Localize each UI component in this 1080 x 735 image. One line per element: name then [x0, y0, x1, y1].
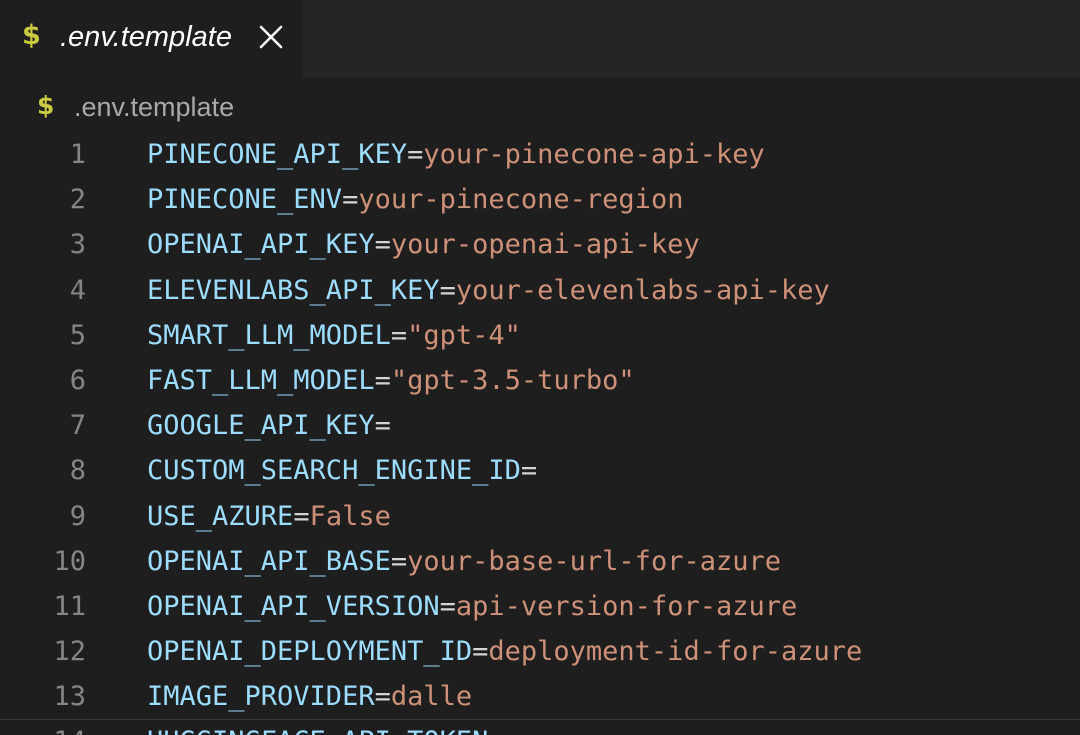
env-key: OPENAI_API_VERSION [147, 590, 440, 622]
line-number: 9 [69, 500, 86, 532]
env-key: OPENAI_API_BASE [147, 545, 391, 577]
tab-env-template[interactable]: $ .env.template [0, 0, 303, 78]
code-line[interactable]: 7 GOOGLE_API_KEY= [0, 403, 1080, 448]
equals-operator: = [342, 184, 359, 216]
line-number: 3 [69, 229, 86, 261]
equals-operator: = [374, 681, 391, 713]
equals-operator: = [374, 229, 391, 261]
code-text[interactable]: OPENAI_API_KEY=your-openai-api-key [147, 222, 700, 267]
env-key: OPENAI_DEPLOYMENT_ID [147, 636, 473, 668]
env-key: ELEVENLABS_API_KEY [147, 274, 440, 306]
code-text[interactable]: GOOGLE_API_KEY= [147, 403, 391, 448]
equals-operator: = [390, 319, 408, 351]
env-key: IMAGE_PROVIDER [147, 681, 375, 713]
env-key: FAST_LLM_MODEL [147, 364, 375, 396]
equals-operator: = [488, 726, 504, 735]
env-key: GOOGLE_API_KEY [147, 410, 375, 442]
code-text[interactable]: USE_AZURE=False [147, 494, 391, 539]
code-text[interactable]: SMART_LLM_MODEL="gpt-4" [147, 313, 521, 358]
line-number: 2 [69, 184, 86, 216]
equals-operator: = [439, 274, 456, 306]
code-line[interactable]: 5 SMART_LLM_MODEL="gpt-4" [0, 313, 1080, 358]
equals-operator: = [439, 590, 456, 622]
env-value: your-openai-api-key [390, 229, 700, 261]
code-text[interactable]: HUGGINGFACE_API_TOKEN= [147, 719, 505, 735]
env-key: PINECONE_API_KEY [147, 139, 408, 170]
env-value: your-pinecone-region [358, 184, 684, 216]
env-key: PINECONE_ENV [147, 184, 343, 216]
dollar-icon: $ [22, 20, 41, 51]
line-number: 10 [53, 545, 86, 577]
env-value: False [309, 500, 391, 532]
env-value: dalle [390, 681, 473, 713]
line-number: 12 [53, 636, 86, 668]
env-key: CUSTOM_SEARCH_ENGINE_ID [147, 455, 521, 487]
editor-window: $ .env.template $ .env.template 1 PINECON… [0, 0, 1080, 735]
equals-operator: = [520, 455, 538, 487]
code-line[interactable]: 11 OPENAI_API_VERSION=api-version-for-azu… [0, 584, 1080, 629]
equals-operator: = [407, 139, 424, 170]
code-text[interactable]: CUSTOM_SEARCH_ENGINE_ID= [147, 448, 537, 493]
code-line[interactable]: 3 OPENAI_API_KEY=your-openai-api-key [0, 222, 1080, 267]
code-line[interactable]: 12 OPENAI_DEPLOYMENT_ID=deployment-id-for… [0, 629, 1080, 674]
code-line[interactable]: 6 FAST_LLM_MODEL="gpt-3.5-turbo" [0, 358, 1080, 403]
env-value: "gpt-3.5-turbo" [390, 364, 635, 396]
code-text[interactable]: OPENAI_DEPLOYMENT_ID=deployment-id-for-a… [147, 629, 862, 674]
code-line[interactable]: 1 PINECONE_API_KEY=your-pinecone-api-key [0, 132, 1080, 177]
env-value: your-base-url-for-azure [407, 545, 781, 577]
env-value: your-pinecone-api-key [423, 139, 765, 170]
code-text[interactable]: PINECONE_ENV=your-pinecone-region [147, 177, 683, 222]
close-icon[interactable] [256, 22, 286, 52]
equals-operator: = [374, 410, 391, 442]
line-number: 13 [53, 681, 86, 713]
line-number: 6 [69, 364, 86, 396]
line-number: 8 [69, 455, 86, 487]
env-key: HUGGINGFACE_API_TOKEN [147, 726, 488, 735]
code-line[interactable]: 13 IMAGE_PROVIDER=dalle [0, 674, 1080, 719]
code-text[interactable]: OPENAI_API_VERSION=api-version-for-azure [147, 584, 797, 629]
code-line[interactable]: 10 OPENAI_API_BASE=your-base-url-for-azur… [0, 539, 1080, 584]
equals-operator: = [293, 500, 310, 532]
line-number: 11 [53, 590, 86, 622]
equals-operator: = [374, 364, 391, 396]
dollar-icon: $ [37, 91, 55, 120]
line-number: 14 [0, 719, 86, 735]
code-line[interactable]: 14 HUGGINGFACE_API_TOKEN= [0, 719, 1080, 735]
line-number: 5 [69, 319, 86, 351]
tab-bar: $ .env.template [0, 0, 1080, 78]
equals-operator: = [472, 636, 489, 668]
env-value: your-elevenlabs-api-key [455, 274, 830, 306]
env-value: "gpt-4" [407, 319, 521, 351]
env-key: USE_AZURE [147, 500, 294, 532]
tab-title: .env.template [60, 21, 232, 53]
code-line[interactable]: 4 ELEVENLABS_API_KEY=your-elevenlabs-api-… [0, 268, 1080, 313]
line-number: 7 [69, 410, 86, 442]
code-text[interactable]: OPENAI_API_BASE=your-base-url-for-azure [147, 539, 781, 584]
breadcrumb[interactable]: $ .env.template [0, 78, 1080, 134]
breadcrumb-file-label[interactable]: .env.template [74, 89, 234, 125]
code-editor[interactable]: 1 PINECONE_API_KEY=your-pinecone-api-key 2… [0, 132, 1080, 735]
line-number: 1 [69, 139, 86, 170]
env-key: SMART_LLM_MODEL [147, 319, 391, 351]
code-line[interactable]: 8 CUSTOM_SEARCH_ENGINE_ID= [0, 448, 1080, 493]
env-value: api-version-for-azure [455, 590, 798, 622]
code-text[interactable]: ELEVENLABS_API_KEY=your-elevenlabs-api-k… [147, 268, 830, 313]
env-key: OPENAI_API_KEY [147, 229, 375, 261]
code-text[interactable]: PINECONE_API_KEY=your-pinecone-api-key [147, 132, 765, 177]
equals-operator: = [390, 545, 408, 577]
code-line[interactable]: 9 USE_AZURE=False [0, 494, 1080, 539]
code-line[interactable]: 2 PINECONE_ENV=your-pinecone-region [0, 177, 1080, 222]
code-text[interactable]: IMAGE_PROVIDER=dalle [147, 674, 472, 719]
code-text[interactable]: FAST_LLM_MODEL="gpt-3.5-turbo" [147, 358, 635, 403]
line-number: 4 [69, 274, 86, 306]
env-value: deployment-id-for-azure [488, 636, 863, 668]
